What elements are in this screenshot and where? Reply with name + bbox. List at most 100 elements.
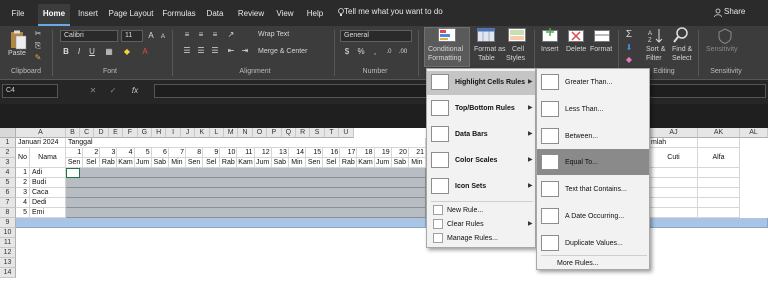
nama-cell[interactable]: Budi [30, 178, 66, 188]
no-cell[interactable]: 4 [16, 198, 30, 208]
column-header[interactable]: M [224, 128, 239, 138]
no-cell[interactable]: 1 [16, 168, 30, 178]
font-size-select[interactable]: 11 [121, 30, 143, 42]
date-cell[interactable]: 1 [66, 148, 84, 158]
attendance-range[interactable] [66, 188, 426, 198]
day-cell[interactable]: Sen [66, 158, 84, 168]
empty-cell[interactable] [698, 168, 740, 178]
empty-cell[interactable] [698, 198, 740, 208]
row-header[interactable]: 4 [0, 168, 16, 178]
find-select-icon[interactable] [673, 27, 689, 43]
nama-header-cell[interactable]: Nama [30, 148, 66, 168]
column-header[interactable]: E [108, 128, 124, 138]
menu-item-date-occurring[interactable]: A Date Occurring... [565, 213, 624, 220]
indent-icon[interactable]: ⇤ [226, 46, 236, 56]
wrap-text-button[interactable]: Wrap Text [258, 31, 289, 38]
date-cell[interactable]: 4 [117, 148, 135, 158]
empty-cell[interactable] [698, 138, 740, 148]
menu-item-top-bottom-rules[interactable]: Top/Bottom Rules [455, 105, 515, 112]
menu-item-highlight-cells-rules[interactable]: Highlight Cells Rules [455, 79, 525, 86]
tab-review[interactable]: Review [234, 4, 268, 26]
month-cell[interactable]: Januari 2024 [16, 138, 66, 148]
no-cell[interactable]: 3 [16, 188, 30, 198]
jumlah-header-cell[interactable]: mlah [650, 138, 698, 148]
no-cell[interactable]: 2 [16, 178, 30, 188]
date-cell[interactable]: 12 [254, 148, 272, 158]
menu-item-text-contains[interactable]: Text that Contains... [565, 186, 627, 193]
column-header[interactable]: AK [698, 128, 740, 138]
tab-page-layout[interactable]: Page Layout [106, 4, 156, 26]
row-header[interactable]: 7 [0, 198, 16, 208]
font-color-icon[interactable]: A [140, 47, 150, 57]
day-cell[interactable]: Sen [306, 158, 324, 168]
date-cell[interactable]: 5 [134, 148, 152, 158]
column-header[interactable]: C [80, 128, 95, 138]
borders-icon[interactable]: ▦ [104, 47, 114, 57]
day-cell[interactable]: Min [288, 158, 306, 168]
name-box[interactable]: C4 [2, 84, 58, 98]
day-cell[interactable]: Jum [374, 158, 392, 168]
attendance-range[interactable] [66, 208, 426, 218]
day-cell[interactable]: Sab [391, 158, 409, 168]
date-cell[interactable]: 15 [306, 148, 324, 158]
menu-item-color-scales[interactable]: Color Scales [455, 157, 497, 164]
empty-cell[interactable] [650, 178, 698, 188]
underline-icon[interactable]: U [87, 47, 97, 57]
date-cell[interactable]: 8 [186, 148, 204, 158]
date-cell[interactable]: 17 [340, 148, 358, 158]
currency-icon[interactable]: $ [342, 47, 352, 57]
nama-cell[interactable]: Caca [30, 188, 66, 198]
copy-icon[interactable]: ⎘ [33, 41, 43, 51]
fill-color-icon[interactable]: ◆ [122, 47, 132, 57]
row-header[interactable]: 2 [0, 148, 16, 158]
date-cell[interactable]: 7 [168, 148, 186, 158]
column-header[interactable]: J [180, 128, 196, 138]
menu-item-more-rules[interactable]: More Rules... [557, 260, 599, 267]
tab-data[interactable]: Data [202, 4, 228, 26]
column-header[interactable]: T [324, 128, 340, 138]
font-name-select[interactable]: Calibri [60, 30, 118, 42]
align-top-icon[interactable]: ≡ [182, 30, 192, 40]
autosum-icon[interactable]: Σ [624, 30, 634, 40]
tab-view[interactable]: View [272, 4, 298, 26]
cuti-header-cell[interactable]: Cuti [650, 148, 698, 168]
date-cell[interactable]: 20 [391, 148, 409, 158]
comma-icon[interactable]: , [370, 47, 380, 57]
menu-item-clear-rules[interactable]: Clear Rules [447, 221, 484, 228]
day-cell[interactable]: Jum [254, 158, 272, 168]
row-header[interactable]: 6 [0, 188, 16, 198]
cell-styles-icon[interactable] [508, 28, 526, 42]
row-header[interactable]: 14 [0, 268, 16, 278]
percent-icon[interactable]: % [356, 47, 366, 57]
share-button[interactable]: Share [724, 7, 745, 16]
column-header[interactable]: F [123, 128, 138, 138]
attendance-range[interactable] [66, 168, 426, 178]
row-header[interactable]: 12 [0, 248, 16, 258]
row-header[interactable]: 5 [0, 178, 16, 188]
day-cell[interactable]: Sab [151, 158, 169, 168]
row-header[interactable]: 11 [0, 238, 16, 248]
delete-cells-icon[interactable] [568, 28, 584, 42]
column-header[interactable]: U [339, 128, 354, 138]
day-cell[interactable]: Sel [323, 158, 341, 168]
increase-decimal-icon[interactable]: .0 [384, 47, 394, 57]
column-header[interactable]: Q [281, 128, 296, 138]
row-header[interactable]: 1 [0, 138, 16, 148]
summary-row[interactable] [650, 218, 768, 228]
day-cell[interactable]: Rab [100, 158, 118, 168]
menu-item-manage-rules[interactable]: Manage Rules... [447, 235, 498, 242]
tab-file[interactable]: File [6, 4, 30, 26]
menu-item-less-than[interactable]: Less Than... [565, 106, 603, 113]
format-as-table-icon[interactable] [477, 28, 495, 42]
column-header[interactable]: I [166, 128, 181, 138]
column-header[interactable]: S [310, 128, 325, 138]
cancel-formula-icon[interactable]: ✕ [88, 86, 98, 96]
menu-item-new-rule[interactable]: New Rule... [447, 207, 483, 214]
menu-item-greater-than[interactable]: Greater Than... [565, 79, 612, 86]
menu-item-icon-sets[interactable]: Icon Sets [455, 183, 486, 190]
empty-cell[interactable] [650, 198, 698, 208]
paste-icon[interactable] [8, 30, 28, 50]
column-header[interactable]: AJ [650, 128, 698, 138]
column-header[interactable]: G [137, 128, 152, 138]
menu-item-data-bars[interactable]: Data Bars [455, 131, 488, 138]
